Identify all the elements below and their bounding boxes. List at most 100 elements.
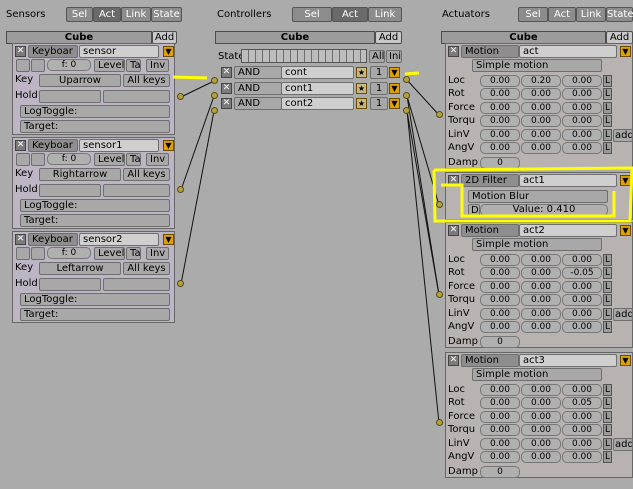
controllers-link-toggle[interactable]: Link <box>368 7 402 22</box>
delete-sensor-icon[interactable]: ✕ <box>15 234 26 245</box>
frequency-field[interactable]: f: 0 <box>47 59 91 71</box>
angv-z[interactable]: 0.00 <box>562 321 602 333</box>
collapse-controller-icon[interactable]: ▼ <box>389 98 400 109</box>
actuator-name-field[interactable]: act <box>519 45 617 58</box>
level-toggle[interactable]: Level <box>94 247 125 260</box>
force-x[interactable]: 0.00 <box>480 102 520 114</box>
linv-x[interactable]: 0.00 <box>480 129 520 141</box>
torque-z[interactable]: 0.00 <box>562 294 602 306</box>
controller-type-select[interactable]: AND <box>234 82 282 95</box>
sensor-type-select[interactable]: Keyboar <box>28 139 78 152</box>
loc-local-toggle[interactable]: L <box>603 254 612 266</box>
pulse-true-toggle[interactable] <box>16 59 30 72</box>
delete-actuator-icon[interactable]: ✕ <box>448 225 459 236</box>
angv-x[interactable]: 0.00 <box>480 142 520 154</box>
actuator-name-field[interactable]: act3 <box>519 354 617 367</box>
filter-mode-select[interactable]: Motion Blur <box>468 190 608 203</box>
sensor-link-dot[interactable] <box>177 93 184 100</box>
linv-local-toggle[interactable]: L <box>603 438 612 450</box>
pulse-false-toggle[interactable] <box>31 247 45 260</box>
hold-key-1[interactable] <box>39 90 101 103</box>
angv-y[interactable]: 0.00 <box>521 142 561 154</box>
torque-x[interactable]: 0.00 <box>480 424 520 436</box>
tap-toggle[interactable]: Ta <box>126 153 141 166</box>
controllers-object-name[interactable]: Cube <box>215 31 375 44</box>
controller-name-field[interactable]: cont2 <box>281 97 354 110</box>
angv-z[interactable]: 0.00 <box>562 451 602 463</box>
loc-x[interactable]: 0.00 <box>480 254 520 266</box>
tap-toggle[interactable]: Ta <box>126 247 141 260</box>
motion-mode-select[interactable]: Simple motion <box>472 238 602 251</box>
controller-state-field[interactable]: 1 <box>370 66 388 79</box>
loc-y[interactable]: 0.00 <box>521 254 561 266</box>
linv-local-toggle[interactable]: L <box>603 129 612 141</box>
actuators-state-toggle[interactable]: State <box>606 7 633 22</box>
delete-sensor-icon[interactable]: ✕ <box>15 46 26 57</box>
pulse-false-toggle[interactable] <box>31 153 45 166</box>
loc-z[interactable]: 0.00 <box>562 75 602 87</box>
collapse-controller-icon[interactable]: ▼ <box>389 67 400 78</box>
target-field[interactable]: Target: <box>20 308 170 321</box>
angv-x[interactable]: 0.00 <box>480 451 520 463</box>
sensor-link-dot[interactable] <box>177 186 184 193</box>
linv-z[interactable]: 0.00 <box>562 129 602 141</box>
level-toggle[interactable]: Level <box>94 59 125 72</box>
delete-controller-icon[interactable]: ✕ <box>221 83 232 94</box>
logtoggle-field[interactable]: LogToggle: <box>20 293 170 306</box>
force-z[interactable]: 0.00 <box>562 411 602 423</box>
target-field[interactable]: Target: <box>20 214 170 227</box>
all-keys-toggle[interactable]: All keys <box>123 168 170 181</box>
motion-mode-select[interactable]: Simple motion <box>472 59 602 72</box>
linv-local-toggle[interactable]: L <box>603 308 612 320</box>
force-local-toggle[interactable]: L <box>603 102 612 114</box>
torque-x[interactable]: 0.00 <box>480 115 520 127</box>
delete-sensor-icon[interactable]: ✕ <box>15 140 26 151</box>
force-local-toggle[interactable]: L <box>603 411 612 423</box>
actuators-act-toggle[interactable]: Act <box>548 7 576 22</box>
pulse-true-toggle[interactable] <box>16 153 30 166</box>
torque-local-toggle[interactable]: L <box>603 294 612 306</box>
logtoggle-field[interactable]: LogToggle: <box>20 105 170 118</box>
collapse-sensor-icon[interactable]: ▼ <box>163 234 174 245</box>
controller-state-field[interactable]: 1 <box>370 82 388 95</box>
damp-field[interactable]: 0 <box>480 157 520 169</box>
sensor-name-field[interactable]: sensor <box>79 45 159 58</box>
sensors-link-toggle[interactable]: Link <box>121 7 151 22</box>
loc-x[interactable]: 0.00 <box>480 384 520 396</box>
angv-y[interactable]: 0.00 <box>521 451 561 463</box>
collapse-actuator-icon[interactable]: ▼ <box>620 355 631 366</box>
collapse-actuator-icon[interactable]: ▼ <box>620 46 631 57</box>
sensors-act-toggle[interactable]: Act <box>93 7 121 22</box>
sensor-name-field[interactable]: sensor1 <box>79 139 159 152</box>
invert-toggle[interactable]: Inv <box>146 247 169 260</box>
force-y[interactable]: 0.00 <box>521 411 561 423</box>
loc-y[interactable]: 0.00 <box>521 384 561 396</box>
torque-z[interactable]: 0.00 <box>562 424 602 436</box>
rot-y[interactable]: 0.00 <box>521 397 561 409</box>
invert-toggle[interactable]: Inv <box>146 153 169 166</box>
actuator-link-dot[interactable] <box>436 201 443 208</box>
rot-local-toggle[interactable]: L <box>603 88 612 100</box>
key-field[interactable]: Leftarrow <box>39 262 121 275</box>
force-local-toggle[interactable]: L <box>603 281 612 293</box>
torque-local-toggle[interactable]: L <box>603 424 612 436</box>
force-z[interactable]: 0.00 <box>562 281 602 293</box>
angv-local-toggle[interactable]: L <box>603 142 612 154</box>
motion-mode-select[interactable]: Simple motion <box>472 368 602 381</box>
angv-local-toggle[interactable]: L <box>603 321 612 333</box>
controllers-act-toggle[interactable]: Act <box>332 7 368 22</box>
controller-name-field[interactable]: cont1 <box>281 82 354 95</box>
state-ini-button[interactable]: Ini <box>386 50 402 63</box>
damp-field[interactable]: 0 <box>480 466 520 478</box>
loc-local-toggle[interactable]: L <box>603 75 612 87</box>
sensors-sel-toggle[interactable]: Sel <box>66 7 93 22</box>
force-x[interactable]: 0.00 <box>480 411 520 423</box>
linv-y[interactable]: 0.00 <box>521 438 561 450</box>
target-field[interactable]: Target: <box>20 120 170 133</box>
linv-z[interactable]: 0.00 <box>562 308 602 320</box>
bookmark-icon[interactable]: ★ <box>356 83 367 94</box>
sensor-type-select[interactable]: Keyboar <box>28 233 78 246</box>
loc-local-toggle[interactable]: L <box>603 384 612 396</box>
angv-y[interactable]: 0.00 <box>521 321 561 333</box>
rot-x[interactable]: 0.00 <box>480 397 520 409</box>
